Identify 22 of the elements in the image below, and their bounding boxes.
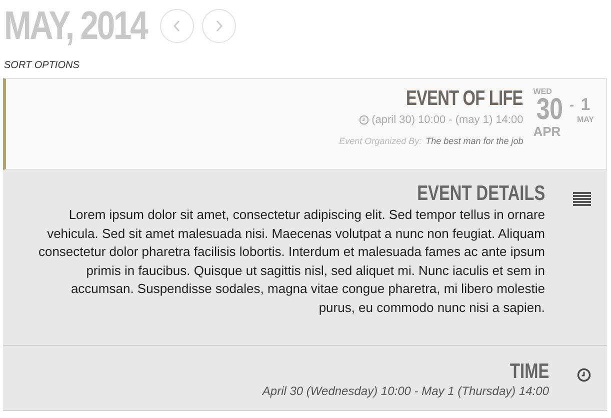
event-time: (april 30) 10:00 - (may 1) 14:00 — [372, 114, 524, 126]
event-description: Lorem ipsum dolor sit amet, consectetur adipiscing elit. Sed tempor tellus in ornare vehicula. Sed sit amet malesuada nisi. Maecenas volutpat a nunc non feugiat. Aliquam consectetur dolor pharetra facilisis lobortis. Interdum et malesuada fames ac ante ipsum primis in faucibus. Quisque ut sagittis nisl, sed aliquet mi. Nunc iaculis et sem in accumsan. Suspendisse sodales, magna vitae congue pharetra, mi libero molestie purus, eu commodo nunc nisi a sapien. — [37, 206, 545, 317]
clock-icon — [577, 368, 591, 382]
previous-button[interactable] — [160, 9, 194, 43]
chevron-left-icon — [173, 20, 181, 32]
section-title: EVENT DETAILS — [416, 182, 545, 206]
date-separator: - — [570, 97, 574, 112]
sort-options-link[interactable]: SORT OPTIONS — [4, 60, 611, 74]
organizer-label: Event Organized By: — [339, 136, 422, 146]
end-day: 1 — [580, 95, 590, 115]
menu-icon — [573, 192, 591, 206]
chevron-right-icon — [215, 20, 223, 32]
section-title: TIME — [510, 360, 549, 384]
start-day: 30 — [536, 96, 564, 124]
start-weekday: WED — [533, 87, 552, 96]
next-button[interactable] — [202, 9, 236, 43]
start-month: APR — [533, 124, 561, 139]
clock-icon — [358, 115, 369, 125]
event-title: EVENT OF LIFE — [406, 87, 524, 111]
event-time-range: April 30 (Wednesday) 10:00 - May 1 (Thursday) 14:00 — [262, 384, 549, 398]
organizer-name: The best man for the job — [426, 136, 524, 146]
end-month: MAY — [576, 115, 594, 124]
